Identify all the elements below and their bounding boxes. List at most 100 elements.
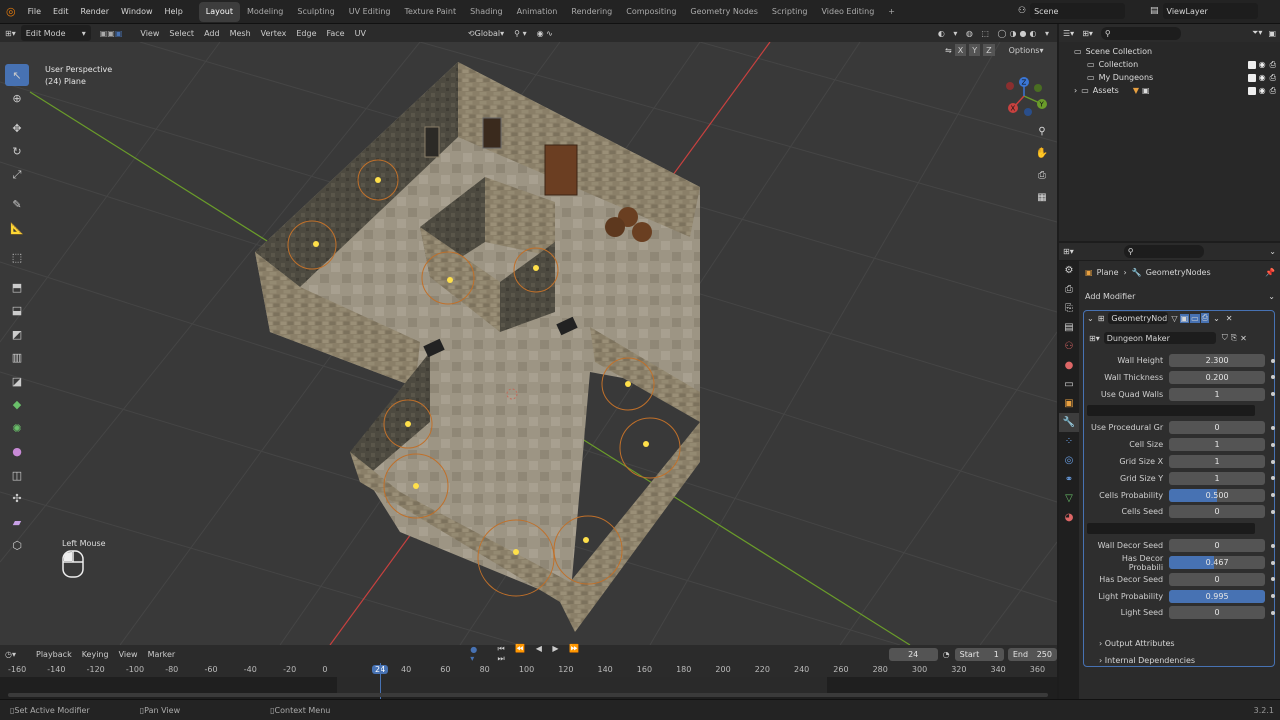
keyframe-dot-icon[interactable] bbox=[1271, 425, 1275, 430]
spin-tool-icon[interactable]: ✺ bbox=[5, 417, 29, 439]
grid-view-icon[interactable]: ▦ bbox=[1033, 188, 1051, 206]
modifier-tab-icon[interactable]: 🔧 bbox=[1059, 413, 1079, 432]
keyframe-dot-icon[interactable] bbox=[1271, 509, 1275, 514]
snap-icon[interactable]: ⚲ ▾ bbox=[509, 25, 531, 41]
tool-tab-icon[interactable]: ⚙ bbox=[1059, 261, 1079, 280]
viewlayer-name[interactable]: ViewLayer bbox=[1162, 3, 1258, 19]
view-layer-tab-icon[interactable]: ▤ bbox=[1059, 318, 1079, 337]
filter-icon[interactable]: ⏷▾ bbox=[1252, 28, 1262, 38]
node-group-field[interactable]: Dungeon Maker bbox=[1103, 332, 1216, 344]
timeline-menu-playback[interactable]: Playback bbox=[31, 646, 77, 662]
loop-cut-tool-icon[interactable]: ▥ bbox=[5, 347, 29, 369]
extrude-tool-icon[interactable]: ⬒ bbox=[5, 276, 29, 298]
exclude-checkbox[interactable] bbox=[1247, 73, 1256, 82]
keyframe-dot-icon[interactable] bbox=[1271, 543, 1275, 548]
smooth-tool-icon[interactable]: ● bbox=[5, 441, 29, 463]
tree-row-collection[interactable]: ▭ Collection ◉ ⎙ bbox=[1059, 58, 1280, 71]
viewport-toggle-icon[interactable]: ▭ bbox=[1190, 313, 1200, 323]
camera-icon[interactable]: ⎙ bbox=[1270, 60, 1276, 70]
filter-display-icon[interactable]: ⊞▾ bbox=[1082, 29, 1093, 38]
collapse-arrow-icon[interactable]: ⌄ bbox=[1087, 314, 1094, 323]
viewport-menu-vertex[interactable]: Vertex bbox=[256, 25, 292, 41]
properties-editor-icon[interactable]: ⊞▾ bbox=[1063, 247, 1074, 256]
internal-dependencies-section[interactable]: › Internal Dependencies bbox=[1099, 656, 1195, 665]
tab-rendering[interactable]: Rendering bbox=[564, 2, 619, 22]
tree-row-my-dungeons[interactable]: ▭ My Dungeons ◉ ⎙ bbox=[1059, 71, 1280, 84]
camera-icon[interactable]: ⎙ bbox=[1270, 86, 1276, 96]
add-workspace-icon[interactable]: + bbox=[881, 2, 902, 22]
options-button[interactable]: Options ▾ bbox=[1004, 44, 1049, 56]
zoom-icon[interactable]: ⚲ bbox=[1033, 122, 1051, 140]
cage-toggle-icon[interactable]: ▣ bbox=[1179, 313, 1190, 323]
duplicate-icon[interactable]: ⎘ bbox=[1231, 333, 1237, 343]
keyframe-dot-icon[interactable] bbox=[1271, 476, 1275, 481]
viewport-menu-select[interactable]: Select bbox=[164, 25, 199, 41]
start-frame-field[interactable]: Start 1 bbox=[954, 647, 1004, 661]
bevel-tool-icon[interactable]: ◩ bbox=[5, 323, 29, 345]
scale-tool-icon[interactable]: ⤢ bbox=[5, 164, 29, 186]
param-value-field[interactable]: 1 bbox=[1169, 438, 1266, 452]
new-collection-icon[interactable]: ▣ bbox=[1268, 29, 1276, 38]
proportional-edit-icon[interactable]: ◉ ∿ bbox=[532, 25, 558, 41]
blender-logo-icon[interactable]: ◎ bbox=[0, 0, 22, 24]
exclude-checkbox[interactable] bbox=[1247, 86, 1256, 95]
viewport-menu-mesh[interactable]: Mesh bbox=[225, 25, 256, 41]
scene-tab-icon[interactable]: ⚇ bbox=[1059, 337, 1079, 356]
world-tab-icon[interactable]: ● bbox=[1059, 356, 1079, 375]
tab-compositing[interactable]: Compositing bbox=[619, 2, 683, 22]
navigation-gizmo[interactable]: X Y Z bbox=[998, 70, 1050, 122]
end-frame-field[interactable]: End 250 bbox=[1007, 647, 1057, 661]
transform-orientation[interactable]: ⟲ Global ▾ bbox=[463, 25, 509, 41]
editor-type-icon[interactable]: ⊞▾ bbox=[0, 25, 21, 41]
tree-row-scene-collection[interactable]: ▭ Scene Collection bbox=[1059, 45, 1280, 58]
mode-selector[interactable]: Edit Mode ▾ bbox=[20, 25, 91, 41]
scene-selector[interactable]: ⚇ Scene bbox=[1018, 3, 1126, 19]
menu-file[interactable]: File bbox=[22, 0, 47, 24]
pan-hand-icon[interactable]: ✋ bbox=[1033, 144, 1051, 162]
param-value-field[interactable]: 0 bbox=[1169, 606, 1266, 620]
output-attributes-section[interactable]: › Output Attributes bbox=[1099, 639, 1175, 648]
menu-help[interactable]: Help bbox=[159, 0, 189, 24]
knife-tool-icon[interactable]: ◪ bbox=[5, 370, 29, 392]
param-value-field[interactable]: 0 bbox=[1169, 572, 1266, 586]
expand-arrow-icon[interactable]: › bbox=[1074, 86, 1077, 95]
param-value-field[interactable]: 1 bbox=[1169, 471, 1266, 485]
viewport-menu-add[interactable]: Add bbox=[199, 25, 225, 41]
inset-tool-icon[interactable]: ⬓ bbox=[5, 300, 29, 322]
menu-edit[interactable]: Edit bbox=[47, 0, 75, 24]
keyframe-dot-icon[interactable] bbox=[1271, 493, 1275, 498]
eye-icon[interactable]: ◉ bbox=[1259, 86, 1266, 95]
viewport-menu-face[interactable]: Face bbox=[322, 25, 350, 41]
tab-layout[interactable]: Layout bbox=[198, 1, 240, 22]
unlink-icon[interactable]: ✕ bbox=[1240, 334, 1247, 343]
playback-controls[interactable]: ⏮ ⏪ ◀ ▶ ⏩ ⏭ bbox=[492, 644, 603, 663]
output-tab-icon[interactable]: ⎘ bbox=[1059, 299, 1079, 318]
select-mode-icons[interactable]: ▣▣ ▣ bbox=[95, 25, 128, 41]
properties-search-input[interactable]: ⚲ bbox=[1123, 245, 1204, 258]
tree-row-assets[interactable]: › ▭ Assets ▼ ▣ ◉ ⎙ bbox=[1059, 84, 1280, 97]
current-frame-field[interactable]: 24 bbox=[888, 647, 938, 661]
camera-icon[interactable]: ⎙ bbox=[1033, 166, 1051, 184]
close-icon[interactable]: ✕ bbox=[1226, 314, 1233, 323]
cursor-tool-icon[interactable]: ⊕ bbox=[5, 88, 29, 110]
exclude-checkbox[interactable] bbox=[1247, 60, 1256, 69]
collection-tab-icon[interactable]: ▭ bbox=[1059, 375, 1079, 394]
node-tree-icon[interactable]: ⊞▾ bbox=[1089, 334, 1100, 343]
timeline-menu-marker[interactable]: Marker bbox=[143, 646, 181, 662]
scene-name[interactable]: Scene bbox=[1030, 3, 1126, 19]
tab-uv-editing[interactable]: UV Editing bbox=[342, 2, 398, 22]
tab-geometry-nodes[interactable]: Geometry Nodes bbox=[683, 2, 764, 22]
fake-user-icon[interactable]: ⛉ bbox=[1222, 333, 1228, 343]
material-tab-icon[interactable]: ◕ bbox=[1059, 508, 1079, 527]
keyframe-dot-icon[interactable] bbox=[1271, 577, 1275, 582]
keyframe-dot-icon[interactable] bbox=[1271, 358, 1275, 363]
param-value-field[interactable]: 0.467 bbox=[1169, 556, 1266, 569]
param-value-field[interactable]: 1 bbox=[1169, 387, 1266, 401]
timeline-menu-keying[interactable]: Keying bbox=[77, 646, 114, 662]
options-chevron-icon[interactable]: ⌄ bbox=[1269, 247, 1276, 256]
viewlayer-selector[interactable]: ▤ ViewLayer bbox=[1150, 3, 1258, 19]
edge-slide-tool-icon[interactable]: ◫ bbox=[5, 464, 29, 486]
tab-sculpting[interactable]: Sculpting bbox=[290, 2, 341, 22]
timeline-body[interactable] bbox=[0, 663, 1057, 699]
keyframe-dot-icon[interactable] bbox=[1271, 392, 1275, 397]
